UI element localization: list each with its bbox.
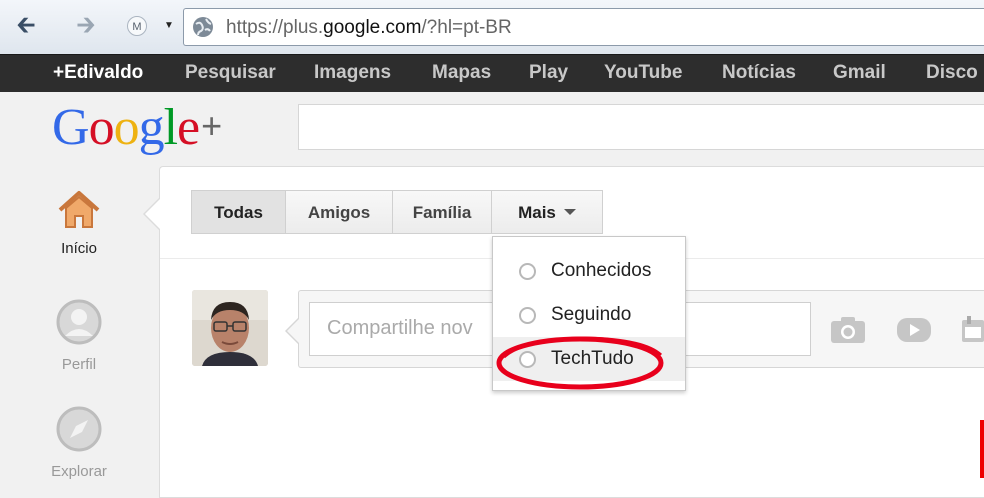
avatar-photo: [192, 290, 268, 366]
google-plus-logo[interactable]: Google+: [52, 96, 222, 158]
menu-item-following[interactable]: Seguindo: [493, 293, 685, 337]
google-bar: +Edivaldo Pesquisar Imagens Mapas Play Y…: [0, 54, 984, 92]
circle-filter-tabs: Todas Amigos Família Mais: [191, 190, 603, 236]
menu-item-label: Seguindo: [551, 304, 632, 325]
gbar-item-images[interactable]: Imagens: [314, 62, 391, 84]
compass-icon: [56, 406, 102, 452]
event-icon[interactable]: [962, 316, 984, 344]
panel-pointer-fill: [145, 199, 160, 229]
tab-friends[interactable]: Amigos: [285, 190, 393, 234]
red-edge: [980, 420, 984, 478]
tab-family[interactable]: Família: [392, 190, 492, 234]
globe-icon: [193, 17, 213, 37]
share-pointer-fill: [287, 319, 299, 343]
profile-icon: [56, 299, 102, 345]
home-icon: [58, 191, 100, 228]
extension-dropdown-icon[interactable]: ▼: [164, 20, 174, 31]
tab-more[interactable]: Mais: [491, 190, 603, 234]
search-input[interactable]: [298, 104, 984, 150]
menu-item-acquaintances[interactable]: Conhecidos: [493, 249, 685, 293]
camera-icon[interactable]: [830, 316, 866, 344]
forward-arrow-icon[interactable]: 🡲: [74, 14, 98, 38]
highlight-ellipse: [496, 336, 664, 390]
tab-all[interactable]: Todas: [191, 190, 286, 234]
video-icon[interactable]: [896, 316, 932, 344]
radio-icon: [519, 263, 536, 280]
sidebar-item-label: Perfil: [61, 356, 97, 373]
url-text: https://plus.google.com/?hl=pt-BR: [226, 17, 512, 38]
sidebar-item-home[interactable]: Início: [42, 190, 116, 257]
gbar-item-play[interactable]: Play: [529, 62, 568, 84]
sidebar-item-label: Explorar: [51, 463, 107, 480]
extension-icon[interactable]: M: [127, 16, 147, 36]
back-arrow-icon[interactable]: 🡰: [14, 14, 38, 38]
gbar-item-user[interactable]: +Edivaldo: [53, 62, 143, 84]
gbar-item-gmail[interactable]: Gmail: [833, 62, 886, 84]
menu-item-label: Conhecidos: [551, 260, 652, 281]
gbar-item-search[interactable]: Pesquisar: [185, 62, 276, 84]
avatar[interactable]: [192, 290, 268, 366]
sidebar-item-explore[interactable]: Explorar: [42, 405, 116, 480]
tab-more-label: Mais: [518, 203, 556, 222]
gbar-item-news[interactable]: Notícias: [722, 62, 796, 84]
sidebar-item-profile[interactable]: Perfil: [42, 298, 116, 373]
sidebar-item-label: Início: [61, 240, 97, 257]
gbar-item-maps[interactable]: Mapas: [432, 62, 491, 84]
radio-icon: [519, 307, 536, 324]
browser-toolbar: 🡰 🡲 M ▼ https://plus.google.com/?hl=pt-B…: [0, 0, 984, 54]
chevron-down-icon: [563, 209, 576, 215]
gbar-item-youtube[interactable]: YouTube: [604, 62, 682, 84]
address-bar[interactable]: https://plus.google.com/?hl=pt-BR: [183, 8, 984, 46]
gbar-item-drive[interactable]: Disco: [926, 62, 978, 84]
